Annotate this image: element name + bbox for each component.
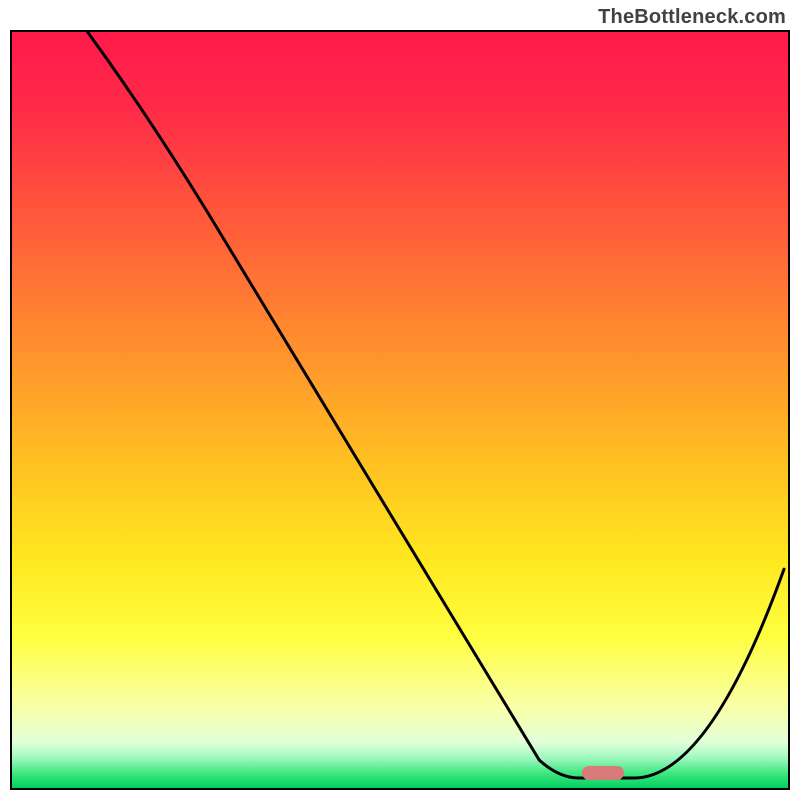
optimal-marker (582, 766, 624, 780)
watermark-text: TheBottleneck.com (598, 6, 786, 29)
bottleneck-curve (12, 32, 788, 788)
chart-plot-area (10, 30, 790, 790)
curve-path (88, 32, 784, 778)
